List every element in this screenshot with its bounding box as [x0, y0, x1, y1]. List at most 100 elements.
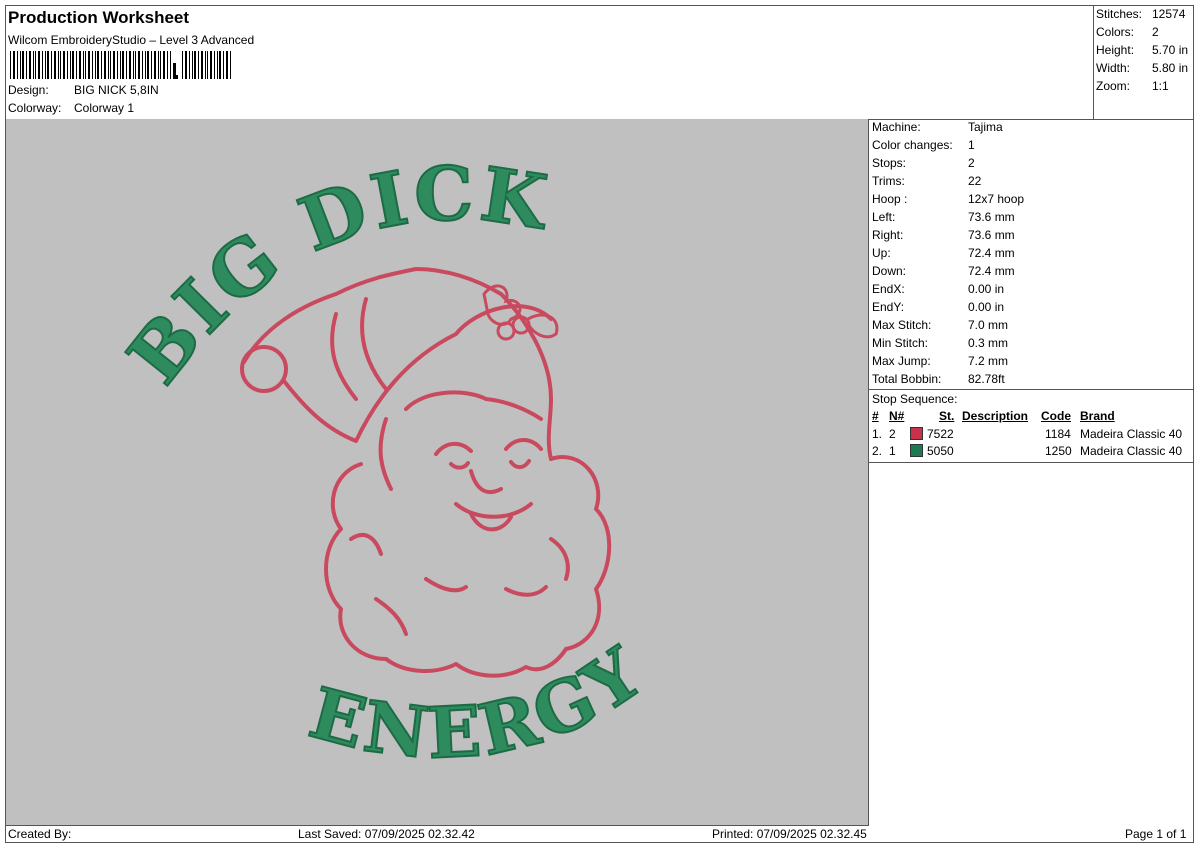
stat-value: 2 [1152, 25, 1159, 39]
info-value: 22 [968, 174, 982, 188]
col-header-code: Code [1041, 409, 1071, 423]
info-row: Right: 73.6 mm [872, 228, 1015, 242]
row-brand: Madeira Classic 40 [1080, 444, 1183, 458]
info-value: 73.6 mm [968, 228, 1015, 242]
info-label: EndY: [872, 300, 905, 314]
created-by: Created By: [8, 827, 72, 841]
colorway-label: Colorway: [8, 101, 62, 115]
info-row: Up: 72.4 mm [872, 246, 1015, 260]
worksheet-footer: Created By: Last Saved: 07/09/2025 02.32… [6, 826, 1193, 842]
info-value: 1 [968, 138, 975, 152]
info-value: Tajima [968, 120, 1003, 134]
row-num: 2. [872, 444, 883, 458]
worksheet-frame: Production Worksheet Wilcom EmbroiderySt… [5, 5, 1194, 843]
santa-outline [240, 267, 612, 678]
stats-panel: Stitches: 12574 Colors: 2 Height: 5.70 in W… [1093, 6, 1194, 120]
info-value: 2 [968, 156, 975, 170]
info-row: Color changes: 1 [872, 138, 975, 152]
row-needle: 1 [889, 444, 896, 458]
info-value: 7.0 mm [968, 318, 1009, 332]
design-row: Design: BIG NICK 5,8IN [8, 83, 159, 97]
row-num: 1. [872, 427, 883, 441]
info-row: Min Stitch: 0.3 mm [872, 336, 1008, 350]
info-value: 0.3 mm [968, 336, 1009, 350]
row-code: 1250 [1045, 444, 1072, 458]
stat-value: 5.80 in [1152, 61, 1189, 75]
page-number: Page 1 of 1 [1125, 827, 1187, 841]
info-label: Right: [872, 228, 904, 242]
stat-width: Width: 5.80 in [1096, 61, 1188, 75]
info-label: Stops: [872, 156, 907, 170]
info-label: Max Jump: [872, 354, 931, 368]
stat-zoom: Zoom: 1:1 [1096, 79, 1169, 93]
info-row: Max Stitch: 7.0 mm [872, 318, 1008, 332]
info-value: 0.00 in [968, 282, 1005, 296]
software-name: Wilcom EmbroideryStudio – Level 3 Advanc… [8, 33, 255, 47]
info-label: Machine: [872, 120, 921, 134]
info-row: Hoop : 12x7 hoop [872, 192, 1024, 206]
info-label: Min Stitch: [872, 336, 929, 350]
row-stitches: 7522 [927, 427, 954, 441]
barcode [10, 51, 231, 79]
info-value: 72.4 mm [968, 264, 1015, 278]
col-header-num: # [872, 409, 879, 423]
color-swatch [910, 427, 923, 440]
info-row: Stops: 2 [872, 156, 975, 170]
info-label: Color changes: [872, 138, 953, 152]
printed-date: Printed: 07/09/2025 02.32.45 [712, 827, 867, 841]
colorway-value: Colorway 1 [74, 101, 135, 115]
page-title: Production Worksheet [8, 8, 190, 27]
info-value: 0.00 in [968, 300, 1005, 314]
stat-label: Stitches: [1096, 7, 1143, 21]
stat-value: 5.70 in [1152, 43, 1189, 57]
info-value: 82.78ft [968, 372, 1005, 386]
info-row: EndY: 0.00 in [872, 300, 1004, 314]
machine-info-panel: Machine: Tajima Color changes: 1 Stops: 2 T… [869, 119, 1193, 390]
info-row: Down: 72.4 mm [872, 264, 1015, 278]
info-value: 7.2 mm [968, 354, 1009, 368]
colorway-row: Colorway: Colorway 1 [8, 101, 134, 115]
stat-value: 1:1 [1152, 79, 1169, 93]
stat-stitches: Stitches: 12574 [1096, 7, 1185, 21]
worksheet-header: Production Worksheet Wilcom EmbroiderySt… [6, 6, 1093, 120]
col-header-brand: Brand [1080, 409, 1115, 423]
table-row: 2. 1 5050 1250 Madeira Classic 40 [869, 444, 1193, 461]
stat-label: Width: [1096, 61, 1131, 75]
info-label: Hoop : [872, 192, 908, 206]
info-label: Max Stitch: [872, 318, 932, 332]
row-needle: 2 [889, 427, 896, 441]
stat-height: Height: 5.70 in [1096, 43, 1188, 57]
info-row: Trims: 22 [872, 174, 981, 188]
info-value: 12x7 hoop [968, 192, 1025, 206]
info-label: Total Bobbin: [872, 372, 942, 386]
info-row: Max Jump: 7.2 mm [872, 354, 1008, 368]
artwork-text-bottom: ENERGY [301, 629, 659, 775]
info-value: 72.4 mm [968, 246, 1015, 260]
col-header-n: N# [889, 409, 905, 423]
design-label: Design: [8, 83, 49, 97]
row-stitches: 5050 [927, 444, 954, 458]
col-header-description: Description [962, 409, 1029, 423]
info-label: Up: [872, 246, 891, 260]
embroidery-artwork: BIG DICK ENERGY [111, 150, 659, 776]
stat-label: Zoom: [1096, 79, 1131, 93]
color-swatch [910, 444, 923, 457]
stat-colors: Colors: 2 [1096, 25, 1159, 39]
stat-label: Colors: [1096, 25, 1135, 39]
stop-sequence-table: Stop Sequence: # N# St. Description Code… [869, 390, 1193, 463]
info-row: EndX: 0.00 in [872, 282, 1004, 296]
table-row: 1. 2 7522 1184 Madeira Classic 40 [869, 427, 1193, 444]
info-row: Left: 73.6 mm [872, 210, 1015, 224]
info-row: Total Bobbin: 82.78ft [872, 372, 1005, 386]
info-label: EndX: [872, 282, 905, 296]
design-value: BIG NICK 5,8IN [74, 83, 159, 97]
info-label: Down: [872, 264, 907, 278]
design-preview: BIG DICK ENERGY [6, 119, 869, 826]
row-brand: Madeira Classic 40 [1080, 427, 1183, 441]
stop-sequence-title: Stop Sequence: [872, 392, 958, 406]
row-code: 1184 [1045, 427, 1071, 441]
info-label: Trims: [872, 174, 905, 188]
last-saved: Last Saved: 07/09/2025 02.32.42 [298, 827, 475, 841]
stat-label: Height: [1096, 43, 1135, 57]
info-row: Machine: Tajima [872, 120, 1003, 134]
